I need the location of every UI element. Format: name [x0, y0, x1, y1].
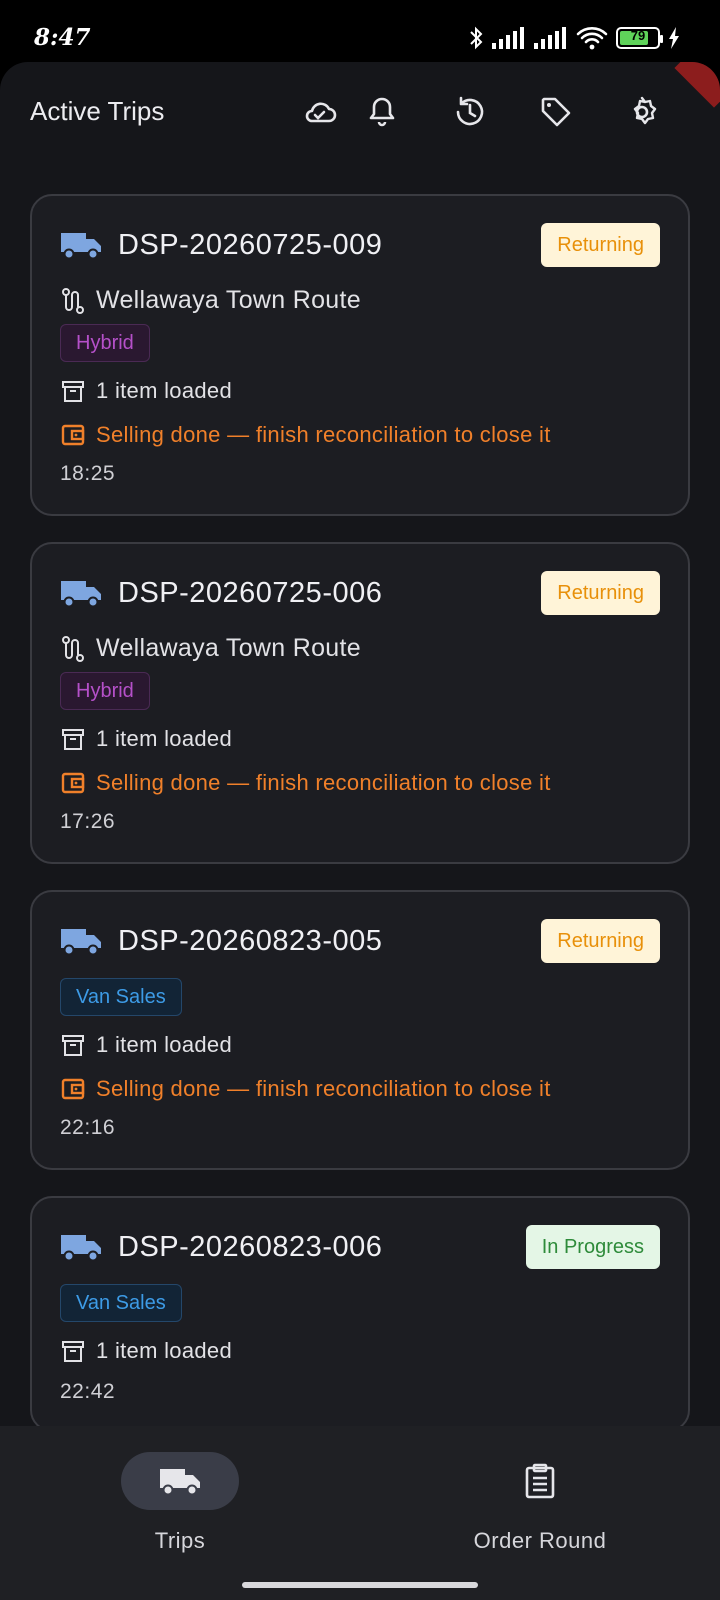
- route-icon: [62, 635, 84, 662]
- status-bar: 8:47 79: [0, 0, 720, 62]
- nav-trips[interactable]: Trips: [0, 1426, 360, 1566]
- nav-order-round[interactable]: Order Round: [360, 1426, 720, 1566]
- notifications-button[interactable]: [360, 90, 404, 134]
- trip-card[interactable]: DSP-20260725-006 Returning Wellawaya Tow…: [30, 542, 690, 864]
- truck-icon: [160, 1469, 200, 1496]
- signal-icon-2: [534, 27, 566, 49]
- battery-level: 79: [630, 28, 646, 43]
- items-loaded: 1 item loaded: [96, 1032, 232, 1057]
- warning-row: Selling done — finish reconciliation to …: [60, 422, 551, 448]
- truck-icon: [61, 233, 101, 260]
- wifi-icon: [576, 27, 608, 50]
- trip-type-chip: Van Sales: [60, 978, 182, 1016]
- wallet-icon: [61, 1078, 85, 1100]
- status-badge: Returning: [541, 223, 660, 267]
- truck-icon: [61, 1235, 101, 1262]
- battery-icon: 79: [616, 27, 663, 49]
- bluetooth-icon: [470, 26, 483, 50]
- route-icon: [62, 287, 84, 314]
- archive-icon: [62, 381, 84, 402]
- route-name: Wellawaya Town Route: [96, 634, 361, 662]
- nav-order-round-label: Order Round: [473, 1528, 607, 1553]
- trip-id: DSP-20260725-006: [118, 577, 383, 609]
- trip-id: DSP-20260725-009: [118, 229, 383, 261]
- cloud-check-icon: [305, 102, 337, 123]
- nav-order-round-indicator: [481, 1452, 599, 1510]
- home-indicator[interactable]: [242, 1582, 478, 1588]
- route-row: Wellawaya Town Route: [60, 286, 361, 315]
- route-row: Wellawaya Town Route: [60, 634, 361, 663]
- trip-card[interactable]: DSP-20260823-006 In Progress Van Sales 1…: [30, 1196, 690, 1432]
- cloud-sync-button[interactable]: [298, 90, 342, 134]
- app-header: Active Trips: [0, 62, 720, 162]
- trip-type-chip: Van Sales: [60, 1284, 182, 1322]
- items-loaded: 1 item loaded: [96, 726, 232, 751]
- app-screen: Active Trips DSP-20260725-009 Returning …: [0, 62, 720, 1600]
- tag-icon: [541, 97, 571, 127]
- signal-icon: [492, 27, 524, 49]
- route-name: Wellawaya Town Route: [96, 286, 361, 314]
- archive-icon: [62, 729, 84, 750]
- bottom-navigation: Trips Order Round: [0, 1426, 720, 1600]
- status-time: 8:47: [34, 24, 91, 51]
- wallet-icon: [61, 772, 85, 794]
- status-badge: In Progress: [525, 1225, 660, 1269]
- status-badge: Returning: [541, 919, 660, 963]
- history-icon: [456, 96, 484, 126]
- wallet-icon: [61, 424, 85, 446]
- truck-icon: [61, 929, 101, 956]
- trip-card[interactable]: DSP-20260823-005 Returning Van Sales 1 i…: [30, 890, 690, 1170]
- items-row: 1 item loaded: [60, 378, 232, 404]
- trip-id: DSP-20260823-005: [118, 925, 383, 957]
- warning-row: Selling done — finish reconciliation to …: [60, 770, 551, 796]
- tags-button[interactable]: [534, 90, 578, 134]
- charging-icon: [669, 27, 679, 49]
- warning-text: Selling done — finish reconciliation to …: [96, 770, 551, 795]
- trip-card[interactable]: DSP-20260725-009 Returning Wellawaya Tow…: [30, 194, 690, 516]
- truck-icon: [61, 581, 101, 608]
- trip-id: DSP-20260823-006: [118, 1231, 383, 1263]
- archive-icon: [62, 1035, 84, 1056]
- status-icons: 79: [468, 26, 680, 50]
- items-row: 1 item loaded: [60, 1338, 232, 1364]
- gear-icon: [633, 96, 657, 125]
- nav-trips-indicator: [121, 1452, 239, 1510]
- items-loaded: 1 item loaded: [96, 378, 232, 403]
- trip-time: 18:25: [60, 462, 116, 485]
- trip-time: 17:26: [60, 810, 116, 833]
- trip-type-chip: Hybrid: [60, 324, 150, 362]
- bell-icon: [369, 97, 395, 127]
- archive-icon: [62, 1341, 84, 1362]
- history-button[interactable]: [448, 90, 492, 134]
- warning-text: Selling done — finish reconciliation to …: [96, 422, 551, 447]
- trip-time: 22:42: [60, 1380, 116, 1403]
- page-title: Active Trips: [30, 96, 165, 126]
- settings-button[interactable]: [620, 90, 664, 134]
- trip-type-chip: Hybrid: [60, 672, 150, 710]
- trip-time: 22:16: [60, 1116, 116, 1139]
- warning-text: Selling done — finish reconciliation to …: [96, 1076, 551, 1101]
- clipboard-icon: [525, 1463, 555, 1499]
- nav-trips-label: Trips: [154, 1528, 206, 1553]
- warning-row: Selling done — finish reconciliation to …: [60, 1076, 551, 1102]
- status-badge: Returning: [541, 571, 660, 615]
- items-row: 1 item loaded: [60, 1032, 232, 1058]
- items-loaded: 1 item loaded: [96, 1338, 232, 1363]
- items-row: 1 item loaded: [60, 726, 232, 752]
